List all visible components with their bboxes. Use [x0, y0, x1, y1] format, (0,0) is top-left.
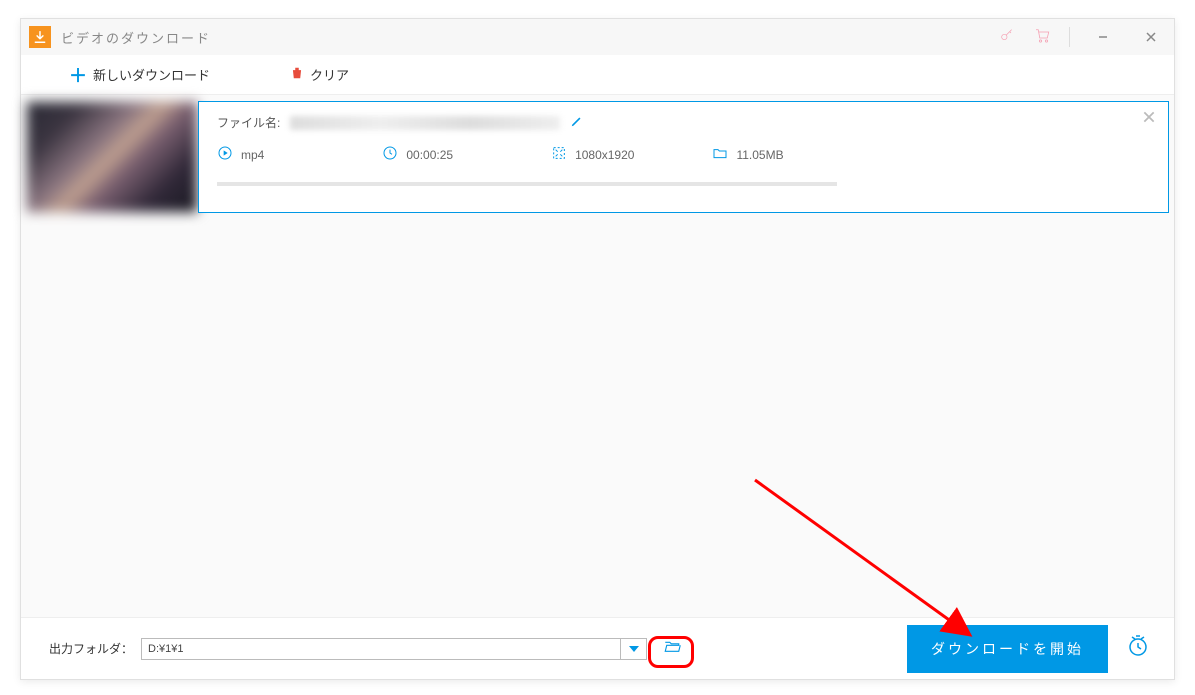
separator	[1069, 27, 1070, 47]
app-window: ビデオのダウンロード ＋ 新しいダウンロード クリア	[20, 18, 1175, 680]
output-folder-dropdown[interactable]	[621, 638, 647, 660]
close-button[interactable]	[1136, 22, 1166, 52]
minimize-button[interactable]	[1088, 22, 1118, 52]
trash-icon	[290, 65, 304, 84]
filesize-value: 11.05MB	[736, 148, 783, 162]
download-list: ファイル名: mp4	[21, 101, 1174, 213]
clear-label: クリア	[310, 65, 349, 84]
new-download-label: 新しいダウンロード	[93, 65, 210, 84]
plus-icon: ＋	[69, 62, 87, 88]
duration-value: 00:00:25	[406, 148, 453, 162]
new-download-button[interactable]: ＋ 新しいダウンロード	[69, 62, 210, 88]
folder-icon	[712, 145, 728, 164]
filename-row: ファイル名:	[217, 114, 1150, 131]
schedule-button[interactable]	[1126, 634, 1150, 663]
output-folder-control	[141, 638, 647, 660]
video-thumbnail	[26, 101, 198, 213]
clock-icon	[382, 145, 398, 164]
resolution-meta: 1080x1920	[551, 145, 634, 164]
titlebar: ビデオのダウンロード	[21, 19, 1174, 55]
edit-filename-button[interactable]	[570, 114, 584, 131]
format-meta: mp4	[217, 145, 264, 164]
filename-value	[290, 116, 560, 130]
filesize-meta: 11.05MB	[712, 145, 783, 164]
output-folder-input[interactable]	[141, 638, 621, 660]
title-actions	[999, 22, 1166, 52]
duration-meta: 00:00:25	[382, 145, 453, 164]
remove-item-button[interactable]	[1142, 110, 1156, 129]
open-folder-button[interactable]	[661, 637, 683, 660]
filename-label: ファイル名:	[217, 114, 280, 131]
start-download-button[interactable]: ダウンロードを開始	[907, 625, 1108, 673]
format-value: mp4	[241, 148, 264, 162]
window-title: ビデオのダウンロード	[61, 28, 999, 47]
cart-icon[interactable]	[1033, 26, 1051, 49]
license-key-icon[interactable]	[999, 27, 1015, 48]
progress-bar	[217, 182, 837, 186]
format-icon	[217, 145, 233, 164]
resolution-icon	[551, 145, 567, 164]
output-folder-label: 出力フォルダ：	[49, 640, 133, 657]
item-card: ファイル名: mp4	[198, 101, 1169, 213]
resolution-value: 1080x1920	[575, 148, 634, 162]
toolbar: ＋ 新しいダウンロード クリア	[21, 55, 1174, 95]
download-item: ファイル名: mp4	[26, 101, 1169, 213]
meta-row: mp4 00:00:25 1080x1920	[217, 145, 1150, 164]
clear-button[interactable]: クリア	[290, 65, 349, 84]
footer: 出力フォルダ： ダウンロードを開始	[21, 617, 1174, 679]
app-icon	[29, 26, 51, 48]
